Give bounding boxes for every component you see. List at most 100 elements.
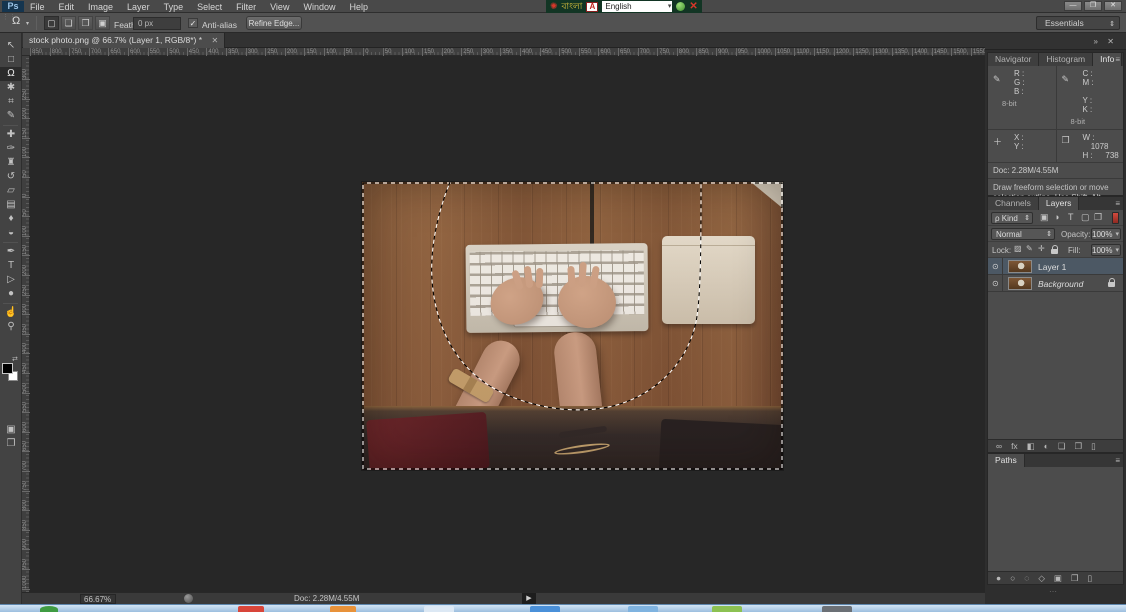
lock-pixels-icon[interactable]: ✎ xyxy=(1026,244,1033,253)
fill-value[interactable]: 100% ▾ xyxy=(1091,244,1121,256)
language-select[interactable]: English ▾ xyxy=(602,1,673,12)
panel-menu-icon[interactable]: ≡ xyxy=(1115,55,1120,64)
options-bar-grip[interactable]: ⋮⋮ xyxy=(2,14,16,29)
hand-tool[interactable]: ☝ xyxy=(0,306,22,320)
canvas-pasteboard[interactable] xyxy=(30,56,985,592)
dodge-tool[interactable]: ◒ xyxy=(0,226,22,240)
filter-kind-dropdown[interactable]: ρ Kind ⇕ xyxy=(991,212,1033,224)
add-to-selection-button[interactable]: ❏ xyxy=(61,16,76,30)
workspace-switcher[interactable]: Essentials ⇕ xyxy=(1036,16,1120,30)
blur-tool[interactable]: ♦ xyxy=(0,212,22,226)
close-button[interactable]: ✕ xyxy=(1104,1,1122,11)
menu-item-layer[interactable]: Layer xyxy=(127,2,150,12)
filter-adjustment-icon[interactable]: ◑ xyxy=(1054,212,1059,222)
intersect-selection-button[interactable]: ▣ xyxy=(95,16,110,30)
lock-all-icon[interactable] xyxy=(1051,245,1058,254)
crop-tool[interactable]: ⌗ xyxy=(0,95,22,109)
restore-button[interactable]: ❐ xyxy=(1084,1,1102,11)
mask-icon[interactable]: ▣ xyxy=(1054,572,1062,585)
lasso-tool[interactable]: Ω xyxy=(0,67,22,81)
eraser-tool[interactable]: ▱ xyxy=(0,184,22,198)
taskbar-app-window[interactable] xyxy=(424,606,454,612)
tab-navigator[interactable]: Navigator xyxy=(988,53,1040,66)
fill-path-icon[interactable]: ● xyxy=(996,572,1001,585)
blend-mode-select[interactable]: Normal ⇕ xyxy=(991,228,1055,240)
foreground-color-swatch[interactable] xyxy=(2,363,13,374)
menu-item-select[interactable]: Select xyxy=(197,2,222,12)
type-tool[interactable]: T xyxy=(0,259,22,273)
history-brush-tool[interactable]: ↺ xyxy=(0,170,22,184)
tab-channels[interactable]: Channels xyxy=(988,197,1039,210)
layer-group-icon[interactable]: ❏ xyxy=(1058,440,1066,453)
layer-thumbnail[interactable] xyxy=(1008,277,1032,290)
menu-item-window[interactable]: Window xyxy=(303,2,335,12)
path-selection-icon[interactable]: ◌ xyxy=(1024,572,1029,585)
layer-row-background[interactable]: ⊙ Background xyxy=(988,275,1123,292)
filter-toggle-switch[interactable] xyxy=(1112,212,1119,224)
minimize-button[interactable]: — xyxy=(1064,1,1082,11)
move-tool[interactable]: ↖ xyxy=(0,39,22,53)
eye-icon[interactable]: ⊙ xyxy=(992,279,999,288)
tab-paths[interactable]: Paths xyxy=(988,454,1025,467)
taskbar-app-lightblue[interactable] xyxy=(628,606,658,612)
taskbar-app-blue[interactable] xyxy=(530,606,560,612)
menu-item-edit[interactable]: Edit xyxy=(59,2,75,12)
pen-tool[interactable]: ✒ xyxy=(0,245,22,259)
language-close-icon[interactable]: ✕ xyxy=(689,1,697,12)
layer-thumbnail[interactable] xyxy=(1008,260,1032,273)
avro-keyboard-icon[interactable]: ✺ xyxy=(550,1,558,12)
dock-resize-grip[interactable]: ⋯ xyxy=(1049,587,1058,596)
taskbar-app-green[interactable] xyxy=(712,606,742,612)
quick-selection-tool[interactable]: ✱ xyxy=(0,81,22,95)
menu-item-image[interactable]: Image xyxy=(88,2,113,12)
swap-colors-icon[interactable]: ⇄ xyxy=(12,355,18,363)
clone-stamp-tool[interactable]: ♜ xyxy=(0,156,22,170)
tab-histogram[interactable]: Histogram xyxy=(1039,53,1094,66)
shape-tool[interactable]: ● xyxy=(0,287,22,301)
menu-item-filter[interactable]: Filter xyxy=(236,2,256,12)
vertical-ruler[interactable]: 300 250 200 150 100 50 0 50 100 150 200 250 300 350 40… xyxy=(22,56,30,592)
eyedropper-tool[interactable]: ✎ xyxy=(0,109,22,123)
lock-position-icon[interactable]: ✛ xyxy=(1038,244,1045,253)
taskbar-app-orange[interactable] xyxy=(330,606,356,612)
new-selection-button[interactable]: ▢ xyxy=(44,16,59,30)
adjustment-layer-icon[interactable]: ◐ xyxy=(1044,440,1049,453)
layer-effects-icon[interactable]: fx xyxy=(1011,440,1018,453)
document-size-readout[interactable]: Doc: 2.28M/4.55M xyxy=(294,594,359,604)
panel-menu-icon[interactable]: ≡ xyxy=(1115,199,1120,208)
vector-mask-icon[interactable]: ◇ xyxy=(1038,572,1045,585)
tab-layers[interactable]: Layers xyxy=(1038,197,1080,210)
delete-layer-icon[interactable]: ▯ xyxy=(1091,440,1096,453)
menu-item-type[interactable]: Type xyxy=(164,2,184,12)
filter-pixel-icon[interactable]: ▣ xyxy=(1040,212,1049,223)
subtract-from-selection-button[interactable]: ❐ xyxy=(78,16,93,30)
collapse-to-icons-icon[interactable]: » xyxy=(1094,37,1098,46)
anti-alias-checkbox[interactable]: ✓ xyxy=(188,18,198,28)
lock-transparency-icon[interactable]: ▨ xyxy=(1014,244,1022,253)
language-status-icon[interactable] xyxy=(676,2,686,11)
gradient-tool[interactable]: ▤ xyxy=(0,198,22,212)
menu-item-file[interactable]: File xyxy=(30,2,45,12)
zoom-level-field[interactable]: 66.67% xyxy=(80,594,116,604)
marquee-tool[interactable]: □ xyxy=(0,53,22,67)
opacity-value[interactable]: 100% ▾ xyxy=(1091,228,1121,240)
document-tab[interactable]: stock photo.png @ 66.7% (Layer 1, RGB/8*… xyxy=(23,33,226,48)
taskbar-app-gray[interactable] xyxy=(822,606,852,612)
layer-row-layer1[interactable]: ⊙ Layer 1 xyxy=(988,258,1123,275)
feather-input[interactable]: 0 px xyxy=(133,17,181,30)
refine-edge-button[interactable]: Refine Edge... xyxy=(246,16,302,30)
menu-item-help[interactable]: Help xyxy=(349,2,368,12)
layer-name[interactable]: Background xyxy=(1038,279,1083,289)
avro-a-icon[interactable]: A xyxy=(586,1,599,12)
filter-shape-icon[interactable]: ▢ xyxy=(1081,212,1090,223)
eye-icon[interactable]: ⊙ xyxy=(992,262,999,271)
filter-smart-object-icon[interactable]: ❐ xyxy=(1094,212,1102,223)
menu-item-view[interactable]: View xyxy=(270,2,289,12)
stroke-path-icon[interactable]: ○ xyxy=(1010,572,1015,585)
windows-taskbar[interactable] xyxy=(0,604,1126,612)
start-orb[interactable] xyxy=(40,606,58,612)
quick-mask-button[interactable]: ▣ xyxy=(0,423,22,437)
horizontal-ruler[interactable]: 850 800 750 700 650 600 550 500 450 400 350 300 250 2… xyxy=(22,48,986,56)
healing-brush-tool[interactable]: ✚ xyxy=(0,128,22,142)
new-path-icon[interactable]: ❐ xyxy=(1071,572,1079,585)
